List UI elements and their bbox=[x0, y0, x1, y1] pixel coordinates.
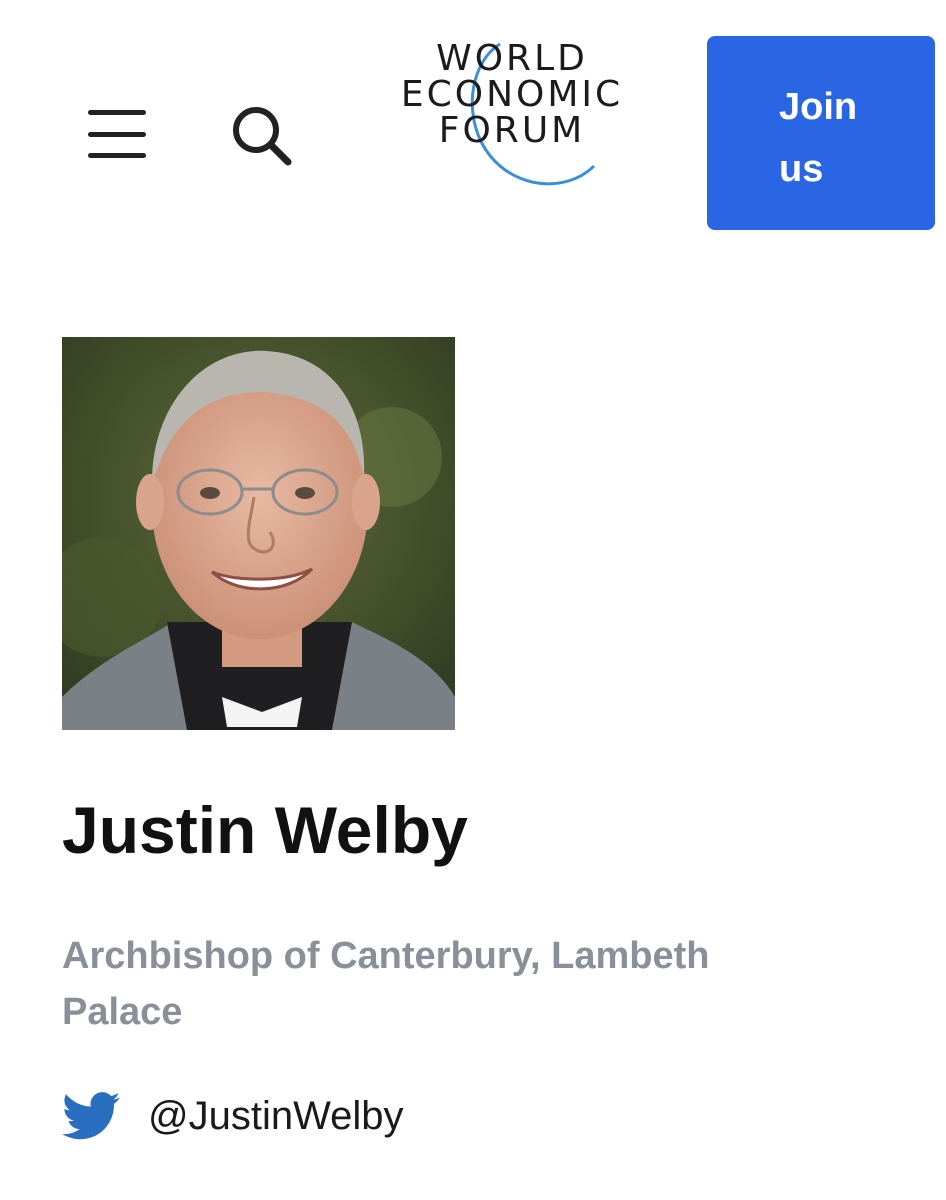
portrait-illustration bbox=[62, 337, 455, 730]
menu-bar bbox=[88, 110, 146, 115]
profile-name: Justin Welby bbox=[62, 793, 468, 867]
profile-role: Archbishop of Canterbury, Lambeth Palace bbox=[62, 935, 710, 1033]
hamburger-menu-button[interactable] bbox=[84, 104, 152, 164]
menu-bar bbox=[88, 131, 146, 137]
twitter-handle[interactable]: @JustinWelby bbox=[148, 1094, 404, 1139]
wef-logo[interactable]: WORLD ECONOMIC FORUM bbox=[382, 30, 642, 190]
site-header: WORLD ECONOMIC FORUM Join us bbox=[0, 0, 946, 260]
logo-text-forum: FORUM bbox=[438, 110, 586, 151]
logo-text-world: WORLD bbox=[436, 38, 588, 79]
twitter-bird-icon bbox=[62, 1092, 120, 1140]
menu-bar bbox=[88, 153, 146, 158]
profile-photo bbox=[62, 337, 455, 730]
join-us-button[interactable]: Join us bbox=[707, 36, 935, 230]
logo-text-economic: ECONOMIC bbox=[400, 74, 624, 115]
search-button[interactable] bbox=[226, 100, 296, 170]
twitter-link[interactable]: @JustinWelby bbox=[62, 1086, 404, 1146]
search-icon bbox=[233, 107, 292, 166]
